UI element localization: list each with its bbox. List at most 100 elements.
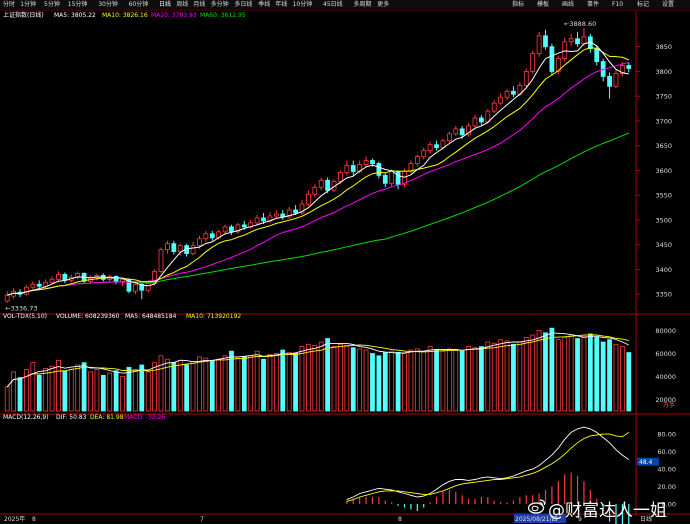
volume-bar-69 <box>446 348 452 412</box>
volume-bar-15 <box>100 374 106 412</box>
toolbar-btn-6[interactable]: 设置 <box>662 0 674 10</box>
volume-bar-27 <box>177 359 183 412</box>
vol-ma10-line <box>6 334 629 388</box>
tab-6[interactable]: 日线 <box>159 0 171 10</box>
volume-bar-20 <box>132 369 138 412</box>
macd-dif: DIF: 50.83 <box>56 414 87 421</box>
candle-body-73 <box>472 117 478 127</box>
volume-bar-35 <box>229 350 234 412</box>
vol-tick-label-2: 40000 <box>655 373 676 381</box>
volume-bar-42 <box>273 353 279 412</box>
candle-body-79 <box>511 90 516 95</box>
volume-bar-82 <box>530 334 536 412</box>
candle-body-97 <box>626 65 632 69</box>
candle-body-48 <box>312 186 318 195</box>
candle-body-47 <box>306 193 311 205</box>
volume-bar-75 <box>485 341 491 412</box>
tab-3[interactable]: 15分钟 <box>68 0 88 10</box>
volume-bar-33 <box>216 358 222 412</box>
vol-title: VOL-TDX(5,10) <box>3 313 48 320</box>
volume-bar-16 <box>107 372 113 412</box>
volume-bar-58 <box>376 355 382 412</box>
toolbar-btn-4[interactable]: F10 <box>612 0 623 10</box>
toolbar-btn-0[interactable]: 指标 <box>512 0 524 10</box>
volume-bar-49 <box>318 341 324 412</box>
tab-12[interactable]: 年线 <box>275 0 287 10</box>
candle-body-0 <box>4 294 10 302</box>
volume-bar-43 <box>280 349 286 412</box>
volume-bar-12 <box>81 362 87 412</box>
ma5-value: MA5: 3805.22 <box>54 12 96 19</box>
tab-0[interactable]: 分时 <box>3 0 15 10</box>
candle-body-92 <box>594 48 600 62</box>
tab-16[interactable]: 更多 <box>377 0 389 10</box>
dea-line <box>346 432 630 502</box>
volume-bar-66 <box>427 346 433 412</box>
volume-bar-64 <box>414 348 420 412</box>
volume-bar-41 <box>267 354 273 412</box>
candle-body-5 <box>36 283 42 287</box>
candle-body-78 <box>504 90 510 98</box>
toolbar-btn-3[interactable]: 事件 <box>587 0 599 10</box>
date-label-3: 7 <box>200 516 204 523</box>
volume-bar-1 <box>11 371 16 412</box>
candle-body-61 <box>395 171 401 185</box>
volume-bar-90 <box>581 335 587 412</box>
tab-10[interactable]: 多日线 <box>234 0 252 10</box>
candle-body-82 <box>530 53 536 72</box>
vol-ma5: MA5: 648485184 <box>125 313 177 320</box>
candle-body-49 <box>318 179 324 188</box>
volume-bar-59 <box>382 351 388 412</box>
ma60-line <box>7 132 629 296</box>
candle-body-50 <box>325 179 330 191</box>
candle-body-67 <box>434 144 439 149</box>
price-tick-label-7: 3500 <box>655 216 672 224</box>
tab-7[interactable]: 周线 <box>176 0 188 10</box>
tab-1[interactable]: 1分钟 <box>20 0 36 10</box>
tab-11[interactable]: 季线 <box>258 0 270 10</box>
tab-8[interactable]: 月线 <box>193 0 205 10</box>
candle-body-30 <box>197 238 202 247</box>
tab-9[interactable]: 多分钟 <box>211 0 229 10</box>
tab-15[interactable]: 多周期 <box>353 0 371 10</box>
volume-bar-87 <box>562 336 568 412</box>
candle-body-70 <box>453 128 459 135</box>
date-label-1: 8 <box>32 516 36 523</box>
tab-14[interactable]: 45日线 <box>323 0 343 10</box>
tab-2[interactable]: 5分钟 <box>44 0 60 10</box>
ma20-line <box>7 62 629 296</box>
candle-body-74 <box>479 117 484 123</box>
volume-bar-72 <box>466 346 471 412</box>
dif-line <box>346 426 630 501</box>
volume-bar-31 <box>203 357 209 412</box>
candle-body-9 <box>62 273 68 281</box>
price-tick-label-1: 3800 <box>655 68 672 76</box>
tab-5[interactable]: 60分钟 <box>129 0 149 10</box>
toolbar-btn-2[interactable]: 画线 <box>562 0 574 10</box>
volume-bar-81 <box>523 336 529 412</box>
volume-bar-37 <box>241 356 247 412</box>
tab-4[interactable]: 30分钟 <box>98 0 118 10</box>
volume-bar-51 <box>331 346 337 412</box>
volume-bar-62 <box>402 353 407 412</box>
tab-13[interactable]: 10分钟 <box>293 0 313 10</box>
vol-tick-label-1: 60000 <box>655 350 676 358</box>
candle-body-8 <box>56 273 61 280</box>
volume-bar-55 <box>357 348 363 412</box>
price-tick-label-0: 3850 <box>655 43 672 51</box>
volume-bar-52 <box>338 343 343 412</box>
price-tick-label-10: 3350 <box>655 291 672 299</box>
toolbar-btn-5[interactable]: 标记 <box>637 0 649 10</box>
volume-bar-38 <box>248 355 254 412</box>
high-price-label: ←3888.60 <box>564 20 596 28</box>
volume-bar-17 <box>113 370 119 412</box>
volume-bar-92 <box>594 336 600 412</box>
volume-bar-83 <box>536 330 542 412</box>
price-tick-label-6: 3550 <box>655 192 672 200</box>
candle-body-20 <box>132 283 138 292</box>
volume-bar-94 <box>607 339 612 412</box>
price-tick-label-2: 3750 <box>655 93 672 101</box>
date-label-0: 2025年 <box>4 515 25 523</box>
volume-bar-60 <box>389 350 395 412</box>
toolbar-btn-1[interactable]: 模板 <box>537 0 549 10</box>
